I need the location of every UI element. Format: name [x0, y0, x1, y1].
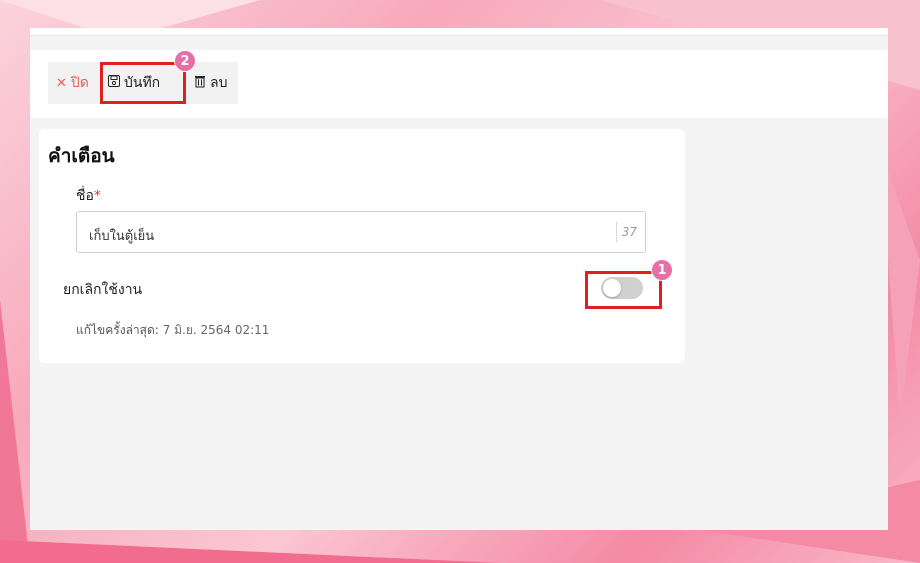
close-icon: ✕	[56, 75, 67, 91]
close-button-label: ปิด	[70, 75, 89, 91]
name-label-text: ชื่อ	[76, 188, 94, 204]
disable-toggle-label: ยกเลิกใช้งาน	[63, 282, 143, 298]
page-title: คำเตือน	[48, 145, 115, 167]
required-mark: *	[93, 188, 101, 204]
step-badge-1: 1	[651, 259, 673, 281]
name-input-value: เก็บในตู้เย็น	[89, 229, 155, 244]
top-strip	[30, 28, 888, 36]
delete-button-label: ลบ	[210, 75, 228, 91]
trash-icon	[194, 75, 206, 92]
name-field-label: ชื่อ*	[76, 185, 101, 207]
step-badge-2: 2	[174, 50, 196, 72]
delete-button[interactable]: ลบ	[186, 62, 238, 104]
last-updated: แก้ไขครั้งล่าสุด: 7 มิ.ย. 2564 02:11	[76, 321, 269, 340]
last-updated-value: 7 มิ.ย. 2564 02:11	[162, 323, 270, 337]
character-counter: 37	[621, 225, 637, 239]
save-highlight-box	[100, 62, 186, 104]
toggle-highlight-box	[585, 271, 662, 309]
close-button[interactable]: ✕ ปิด	[48, 62, 100, 104]
warning-form-card: คำเตือน ชื่อ* เก็บในตู้เย็น 37 ยกเลิกใช้…	[39, 129, 685, 363]
name-input[interactable]: เก็บในตู้เย็น 37	[76, 211, 646, 253]
last-updated-label: แก้ไขครั้งล่าสุด:	[76, 323, 159, 337]
divider	[616, 222, 617, 242]
